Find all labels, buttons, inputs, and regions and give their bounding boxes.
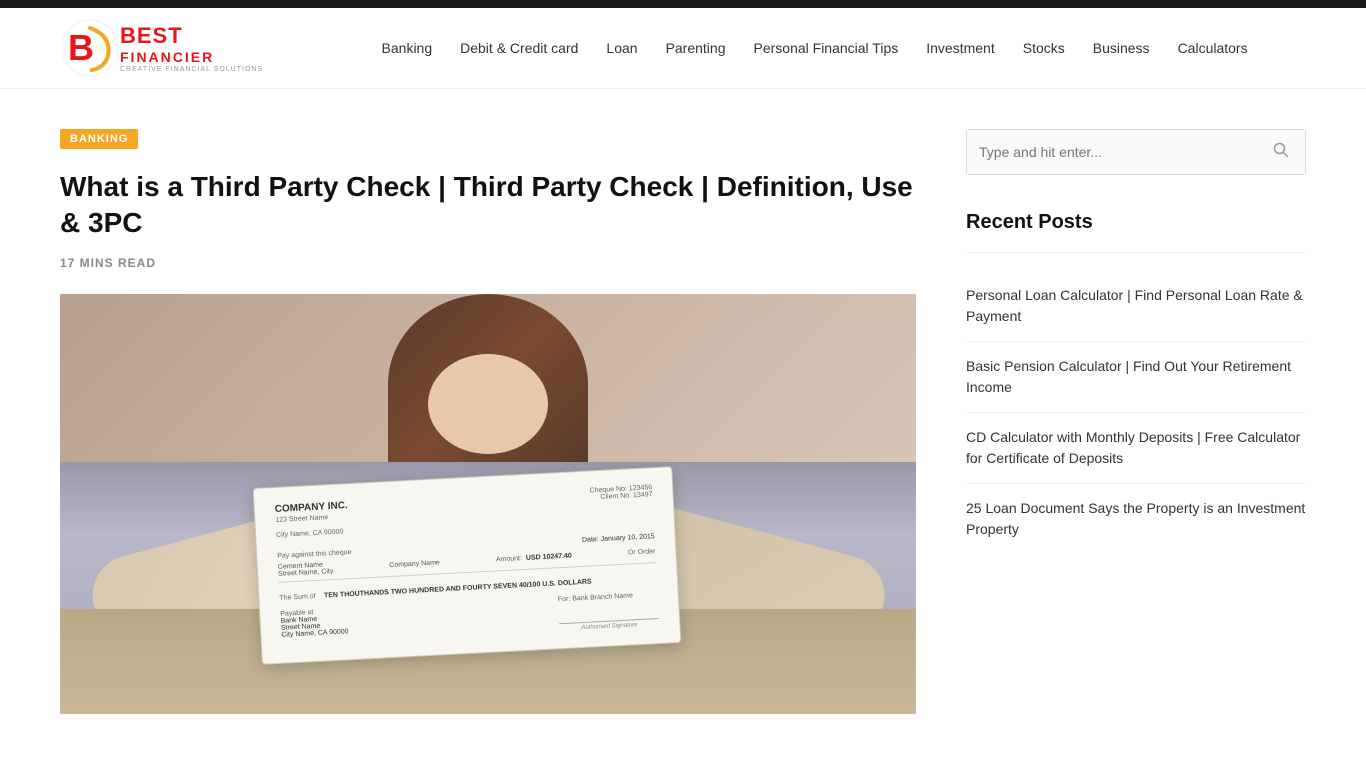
article-meta: 17 MINS READ <box>60 256 916 270</box>
company-name: Company Name <box>389 559 440 569</box>
check-scene: COMPANY INC. 123 Street Name City Name, … <box>60 294 916 714</box>
sidebar: Recent Posts Personal Loan Calculator | … <box>966 129 1306 714</box>
sidebar-divider <box>966 252 1306 253</box>
logo-tagline: CREATIVE FINANCIAL SOLUTIONS <box>120 66 263 73</box>
article-title: What is a Third Party Check | Third Part… <box>60 169 916 242</box>
nav-business[interactable]: Business <box>1093 36 1150 60</box>
for-label: For: Bank Branch Name <box>558 591 658 603</box>
nav-debit-credit[interactable]: Debit & Credit card <box>460 36 578 60</box>
logo-text: BEST FINANCIER CREATIVE FINANCIAL SOLUTI… <box>120 23 263 73</box>
or-order: Or Order <box>628 547 656 555</box>
recent-post-2[interactable]: Basic Pension Calculator | Find Out Your… <box>966 342 1306 413</box>
recent-post-title-4: 25 Loan Document Says the Property is an… <box>966 498 1306 540</box>
nav-investment[interactable]: Investment <box>926 36 994 60</box>
nav-stocks[interactable]: Stocks <box>1023 36 1065 60</box>
recent-posts-title: Recent Posts <box>966 211 1306 234</box>
search-box[interactable] <box>966 129 1306 175</box>
client-value: 13497 <box>633 491 653 499</box>
recent-post-4[interactable]: 25 Loan Document Says the Property is an… <box>966 484 1306 554</box>
article-image: COMPANY INC. 123 Street Name City Name, … <box>60 294 916 714</box>
nav-parenting[interactable]: Parenting <box>666 36 726 60</box>
logo[interactable]: B BEST FINANCIER CREATIVE FINANCIAL SOLU… <box>60 18 263 78</box>
article-area: BANKING What is a Third Party Check | Th… <box>60 129 916 714</box>
recent-post-1[interactable]: Personal Loan Calculator | Find Personal… <box>966 271 1306 342</box>
amount-value: USD 10247.40 <box>526 552 572 561</box>
date-value: January 10, 2015 <box>601 533 655 543</box>
check-address2: City Name, CA 90000 <box>276 528 349 539</box>
nav-banking[interactable]: Banking <box>382 36 433 60</box>
category-badge[interactable]: BANKING <box>60 129 138 149</box>
main-container: BANKING What is a Third Party Check | Th… <box>0 89 1366 754</box>
search-button[interactable] <box>1269 138 1293 167</box>
date-label: Date: <box>582 536 599 544</box>
svg-text:B: B <box>68 27 94 68</box>
nav-personal-financial[interactable]: Personal Financial Tips <box>754 36 899 60</box>
recent-post-title-1: Personal Loan Calculator | Find Personal… <box>966 285 1306 327</box>
logo-best: BEST <box>120 23 263 49</box>
check-address1: 123 Street Name <box>275 513 348 524</box>
nav-loan[interactable]: Loan <box>606 36 637 60</box>
pay-against: Pay against this cheque <box>277 549 352 560</box>
search-input[interactable] <box>979 130 1269 174</box>
check-document: COMPANY INC. 123 Street Name City Name, … <box>253 466 682 665</box>
recent-post-title-2: Basic Pension Calculator | Find Out Your… <box>966 356 1306 398</box>
logo-icon: B <box>60 18 120 78</box>
recent-post-title-3: CD Calculator with Monthly Deposits | Fr… <box>966 427 1306 469</box>
recent-post-3[interactable]: CD Calculator with Monthly Deposits | Fr… <box>966 413 1306 484</box>
sig-label: Authorised Signature <box>559 618 659 632</box>
nav-calculators[interactable]: Calculators <box>1178 36 1248 60</box>
site-header: B BEST FINANCIER CREATIVE FINANCIAL SOLU… <box>0 8 1366 89</box>
top-bar <box>0 0 1366 8</box>
sum-label: The Sum of <box>279 593 316 602</box>
amount-label: Amount: <box>496 554 522 562</box>
main-nav: Banking Debit & Credit card Loan Parenti… <box>323 36 1306 60</box>
logo-financier: FINANCIER <box>120 49 263 65</box>
client-label: Client No: <box>600 492 631 501</box>
check-company: COMPANY INC. <box>275 500 348 515</box>
search-icon <box>1273 142 1289 158</box>
